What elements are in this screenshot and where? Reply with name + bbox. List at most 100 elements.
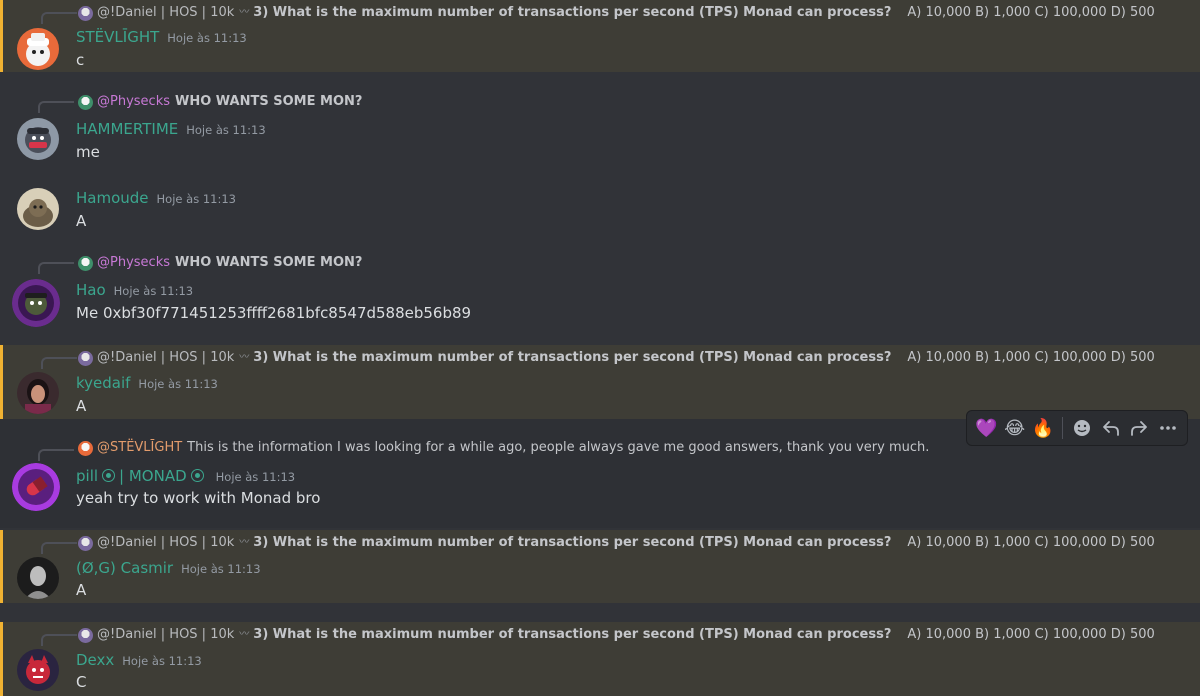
reply-avatar bbox=[78, 350, 93, 366]
message-content: A bbox=[76, 212, 87, 230]
reply-extra: A) 10,000 B) 1,000 C) 100,000 D) 500 bbox=[907, 5, 1155, 20]
reply-avatar bbox=[78, 5, 93, 21]
message-header: kyedaif Hoje às 11:13 bbox=[76, 374, 218, 392]
guild-tag-icon: 〰 bbox=[239, 629, 250, 640]
reply-text: WHO WANTS SOME MON? bbox=[175, 94, 363, 109]
message-content: Me 0xbf30f771451253ffff2681bfc8547d588eb… bbox=[76, 304, 472, 322]
reply-author[interactable]: @STËVLĪGHT bbox=[97, 440, 182, 456]
reply-author[interactable]: @!Daniel | HOS | 10k bbox=[97, 627, 234, 643]
username[interactable]: Hao bbox=[76, 281, 106, 299]
message-header: HAMMERTIME Hoje às 11:13 bbox=[76, 120, 266, 138]
reply-avatar bbox=[78, 440, 93, 456]
reply-preview[interactable]: @Physecks WHO WANTS SOME MON? bbox=[78, 255, 378, 271]
message[interactable]: @!Daniel | HOS | 10k 〰 3) What is the ma… bbox=[0, 530, 1200, 603]
message-content: me bbox=[76, 143, 100, 161]
reply-spine bbox=[41, 542, 77, 554]
message[interactable]: @!Daniel | HOS | 10k 〰 3) What is the ma… bbox=[0, 0, 1200, 72]
reply-preview[interactable]: @Physecks WHO WANTS SOME MON? bbox=[78, 94, 378, 110]
reply-spine bbox=[38, 262, 74, 274]
avatar[interactable] bbox=[17, 649, 59, 691]
message-header: STËVLĪGHT Hoje às 11:13 bbox=[76, 28, 247, 46]
message-content: c bbox=[76, 51, 85, 69]
reply-text: 3) What is the maximum number of transac… bbox=[253, 350, 892, 365]
message[interactable]: @!Daniel | HOS | 10k 〰 3) What is the ma… bbox=[0, 345, 1200, 419]
reply-text: 3) What is the maximum number of transac… bbox=[253, 5, 892, 20]
fire-reaction[interactable]: 🔥 bbox=[1030, 414, 1056, 442]
message-content: A bbox=[76, 581, 87, 599]
avatar[interactable] bbox=[17, 188, 59, 230]
timestamp[interactable]: Hoje às 11:13 bbox=[114, 284, 193, 298]
badge-icon bbox=[102, 469, 116, 482]
reply-preview[interactable]: @STËVLĪGHT This is the information I was… bbox=[78, 440, 945, 456]
reply-avatar bbox=[78, 94, 93, 110]
message[interactable]: @Physecks WHO WANTS SOME MON? Hao Hoje à… bbox=[0, 251, 1200, 337]
reply-spine bbox=[38, 449, 74, 461]
username[interactable]: Dexx bbox=[76, 651, 114, 669]
laughing-reaction[interactable]: 😂 bbox=[1001, 414, 1027, 442]
avatar[interactable] bbox=[17, 372, 59, 414]
add-reaction-icon[interactable] bbox=[1069, 414, 1095, 442]
reply-avatar bbox=[78, 535, 93, 551]
timestamp[interactable]: Hoje às 11:13 bbox=[216, 470, 295, 484]
username[interactable]: kyedaif bbox=[76, 374, 130, 392]
reply-author[interactable]: @!Daniel | HOS | 10k bbox=[97, 350, 234, 366]
message[interactable]: @!Daniel | HOS | 10k 〰 3) What is the ma… bbox=[0, 622, 1200, 696]
badge-icon bbox=[190, 469, 204, 482]
timestamp[interactable]: Hoje às 11:13 bbox=[186, 123, 265, 137]
more-icon[interactable] bbox=[1155, 414, 1181, 442]
reply-spine bbox=[41, 634, 77, 646]
message-action-toolbar: 💜 😂 🔥 bbox=[966, 410, 1188, 446]
reply-extra: A) 10,000 B) 1,000 C) 100,000 D) 500 bbox=[907, 627, 1155, 642]
message-header: Dexx Hoje às 11:13 bbox=[76, 651, 202, 669]
reply-extra: A) 10,000 B) 1,000 C) 100,000 D) 500 bbox=[907, 350, 1155, 365]
timestamp[interactable]: Hoje às 11:13 bbox=[138, 377, 217, 391]
username[interactable]: pill | MONAD bbox=[76, 467, 208, 485]
timestamp[interactable]: Hoje às 11:13 bbox=[181, 562, 260, 576]
toolbar-divider bbox=[1062, 417, 1064, 439]
reply-preview[interactable]: @!Daniel | HOS | 10k 〰 3) What is the ma… bbox=[78, 535, 1155, 551]
reply-text: WHO WANTS SOME MON? bbox=[175, 255, 363, 270]
reply-author[interactable]: @Physecks bbox=[97, 94, 170, 110]
reply-icon[interactable] bbox=[1098, 414, 1124, 442]
timestamp[interactable]: Hoje às 11:13 bbox=[157, 192, 236, 206]
avatar[interactable] bbox=[12, 279, 60, 327]
guild-tag-icon: 〰 bbox=[239, 537, 250, 548]
reply-avatar bbox=[78, 627, 93, 643]
reply-text: 3) What is the maximum number of transac… bbox=[253, 627, 892, 642]
reply-text: This is the information I was looking fo… bbox=[187, 440, 930, 455]
reply-avatar bbox=[78, 255, 93, 271]
timestamp[interactable]: Hoje às 11:13 bbox=[122, 654, 201, 668]
reply-spine bbox=[38, 101, 74, 113]
reply-author[interactable]: @!Daniel | HOS | 10k bbox=[97, 5, 234, 21]
avatar[interactable] bbox=[17, 557, 59, 599]
message[interactable]: @Physecks WHO WANTS SOME MON? HAMMERTIME… bbox=[0, 90, 1200, 176]
username[interactable]: STËVLĪGHT bbox=[76, 28, 159, 46]
forward-icon[interactable] bbox=[1126, 414, 1152, 442]
avatar[interactable] bbox=[12, 463, 60, 511]
username[interactable]: HAMMERTIME bbox=[76, 120, 178, 138]
reply-preview[interactable]: @!Daniel | HOS | 10k 〰 3) What is the ma… bbox=[78, 5, 1155, 21]
username-part: | MONAD bbox=[119, 467, 187, 485]
reply-text: 3) What is the maximum number of transac… bbox=[253, 535, 892, 550]
guild-tag-icon: 〰 bbox=[239, 352, 250, 363]
reply-author[interactable]: @!Daniel | HOS | 10k bbox=[97, 535, 234, 551]
guild-tag-icon: 〰 bbox=[239, 7, 250, 18]
avatar[interactable] bbox=[17, 28, 59, 70]
reply-author[interactable]: @Physecks bbox=[97, 255, 170, 271]
message-content: A bbox=[76, 397, 87, 415]
message-header: Hao Hoje às 11:13 bbox=[76, 281, 193, 299]
reply-preview[interactable]: @!Daniel | HOS | 10k 〰 3) What is the ma… bbox=[78, 350, 1155, 366]
timestamp[interactable]: Hoje às 11:13 bbox=[167, 31, 246, 45]
avatar[interactable] bbox=[17, 118, 59, 160]
reply-spine bbox=[41, 357, 77, 369]
purple-heart-reaction[interactable]: 💜 bbox=[973, 414, 999, 442]
message[interactable]: Hamoude Hoje às 11:13 A bbox=[0, 180, 1200, 244]
username[interactable]: Hamoude bbox=[76, 189, 149, 207]
message-content: yeah try to work with Monad bro bbox=[76, 489, 321, 507]
message-header: (Ø,G) Casmir Hoje às 11:13 bbox=[76, 559, 261, 577]
reply-extra: A) 10,000 B) 1,000 C) 100,000 D) 500 bbox=[907, 535, 1155, 550]
message-content: C bbox=[76, 673, 87, 691]
message-header: Hamoude Hoje às 11:13 bbox=[76, 189, 236, 207]
reply-preview[interactable]: @!Daniel | HOS | 10k 〰 3) What is the ma… bbox=[78, 627, 1155, 643]
username[interactable]: (Ø,G) Casmir bbox=[76, 559, 173, 577]
